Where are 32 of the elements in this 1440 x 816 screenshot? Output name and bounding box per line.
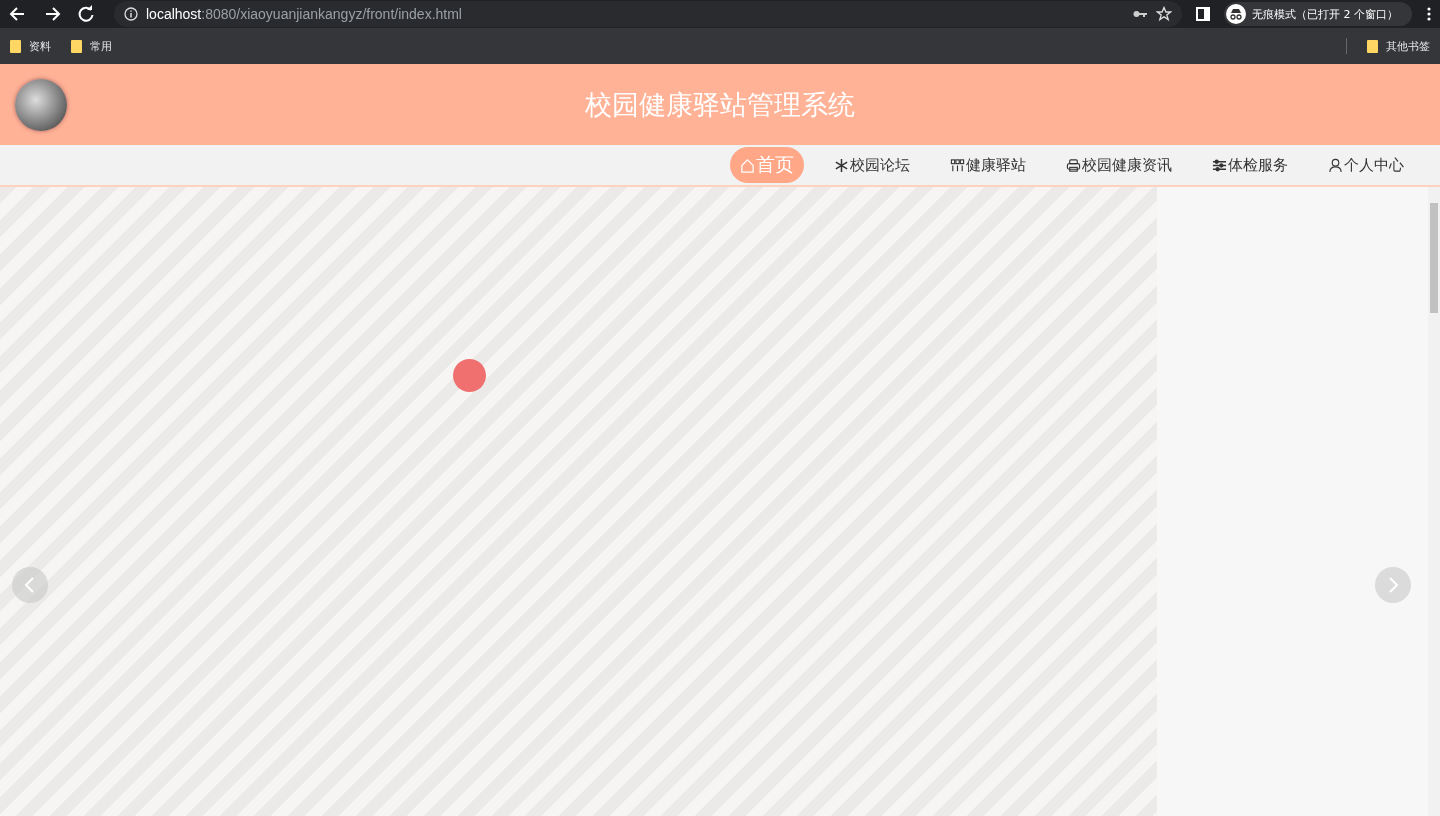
site-title: 校园健康驿站管理系统 bbox=[585, 88, 855, 120]
chevron-right-icon bbox=[1386, 577, 1400, 593]
incognito-icon bbox=[1228, 8, 1244, 20]
incognito-indicator[interactable]: 无痕模式（已打开 2 个窗口） bbox=[1224, 2, 1412, 26]
bookmark-item[interactable]: 资料 bbox=[29, 38, 51, 54]
reload-icon[interactable] bbox=[76, 4, 96, 24]
scrollbar[interactable] bbox=[1428, 187, 1440, 816]
url-text[interactable]: localhost:8080/xiaoyuanjiankangyz/front/index.html bbox=[146, 6, 462, 22]
avatar-placeholder bbox=[15, 78, 67, 131]
side-panel-icon[interactable] bbox=[1196, 7, 1210, 21]
user-icon bbox=[1328, 157, 1343, 173]
home-icon bbox=[740, 157, 755, 173]
nav-item[interactable]: 校园健康资讯 bbox=[1056, 151, 1182, 179]
folder-icon bbox=[1367, 39, 1378, 53]
nav-item[interactable]: 健康驿站 bbox=[940, 151, 1036, 179]
chevron-left-icon bbox=[23, 577, 37, 593]
incognito-label: 无痕模式（已打开 2 个窗口） bbox=[1252, 6, 1398, 22]
printer-icon bbox=[1066, 157, 1081, 173]
info-icon[interactable] bbox=[124, 7, 138, 21]
nav-item[interactable]: 个人中心 bbox=[1318, 151, 1414, 179]
nav-item[interactable]: 校园论坛 bbox=[824, 151, 920, 179]
bookmark-item[interactable]: 常用 bbox=[90, 38, 112, 54]
folder-icon bbox=[10, 39, 21, 53]
folder-icon bbox=[71, 39, 82, 53]
address-bar[interactable]: localhost:8080/xiaoyuanjiankangyz/front/index.html bbox=[114, 1, 1182, 27]
snowflake-icon bbox=[834, 157, 849, 173]
menu-icon[interactable] bbox=[1426, 6, 1432, 22]
star-icon[interactable] bbox=[1156, 6, 1172, 22]
nav-item[interactable]: 体检服务 bbox=[1202, 151, 1298, 179]
other-bookmarks[interactable]: 其他书签 bbox=[1386, 38, 1430, 54]
grid-icon bbox=[950, 157, 965, 173]
sliders-icon bbox=[1212, 157, 1227, 173]
